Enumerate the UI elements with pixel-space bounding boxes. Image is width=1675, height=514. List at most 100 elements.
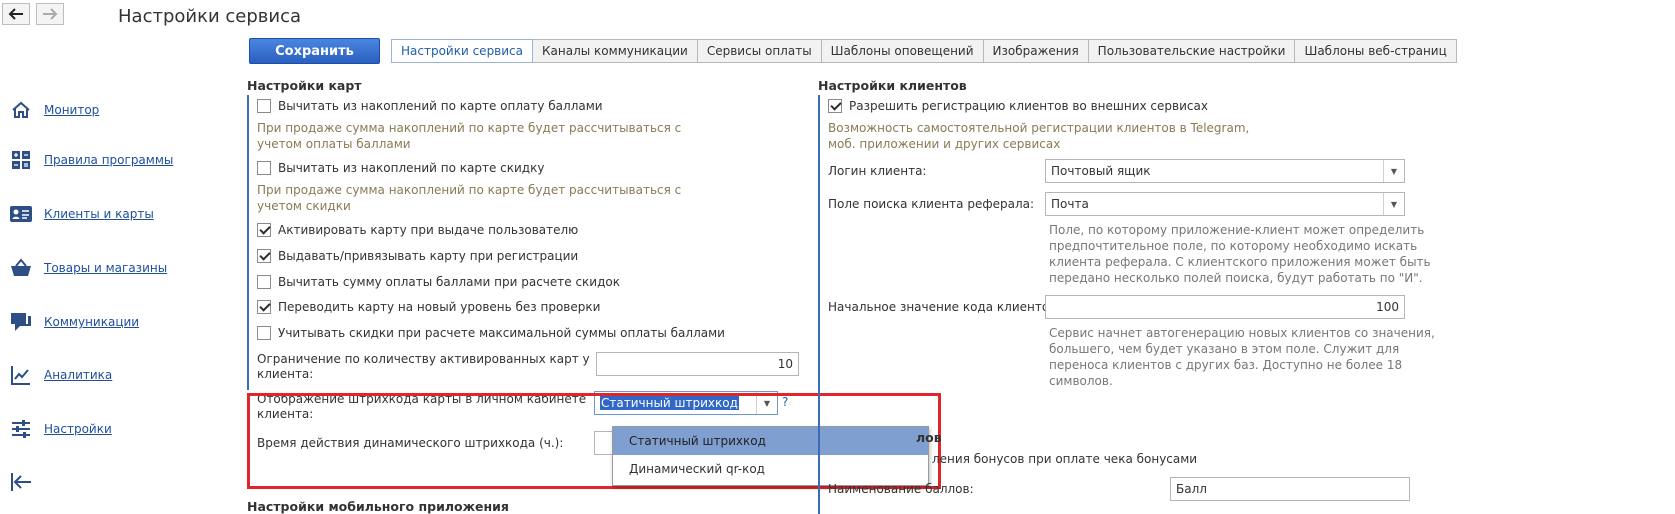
checkbox[interactable] (257, 326, 271, 340)
barcode-dropdown-list: Статичный штрихкод Динамический qr-код (612, 426, 929, 486)
basket-icon (10, 257, 32, 279)
checkbox[interactable] (257, 275, 271, 289)
checkbox[interactable] (257, 161, 271, 175)
hint-line: символов. (1049, 374, 1113, 388)
cb-consider-discounts[interactable]: Учитывать скидки при расчете максимально… (257, 326, 725, 340)
cb-deduct-points[interactable]: Вычитать из накоплений по карте оплату б… (257, 99, 603, 113)
sidebar-item-monitor[interactable]: Монитор (10, 99, 99, 121)
home-icon (10, 99, 32, 121)
collapse-sidebar-button[interactable] (10, 472, 32, 495)
back-button[interactable] (2, 3, 30, 25)
checkbox-label: Вычитать сумму оплаты баллами при расчет… (278, 275, 620, 289)
hint-line: Сервис начнет автогенерацию новых клиент… (1049, 326, 1435, 340)
bonus-option-partial: ления бонусов при оплате чека бонусами (932, 452, 1198, 466)
label-line: Ограничение по количеству активированных… (257, 352, 590, 366)
referral-select-value: Почта (1051, 197, 1089, 211)
tab-user-settings[interactable]: Пользовательские настройки (1088, 39, 1296, 63)
chat-icon (10, 311, 32, 333)
hint-line: переноса клиентов с других баз. Доступно… (1049, 358, 1403, 372)
tab-web-templates[interactable]: Шаблоны веб-страниц (1295, 39, 1457, 63)
points-name-label: Наименование баллов: (828, 482, 974, 496)
dropdown-option[interactable]: Статичный штрихкод (613, 427, 928, 455)
checkbox[interactable] (257, 223, 271, 237)
collapse-left-icon (11, 473, 31, 491)
points-name-input[interactable]: Балл (1170, 477, 1410, 501)
tab-images[interactable]: Изображения (983, 39, 1089, 63)
chevron-down-icon[interactable]: ▼ (1383, 193, 1404, 215)
checkbox[interactable] (257, 300, 271, 314)
save-button[interactable]: Сохранить (249, 38, 380, 64)
hint-registration: Возможность самостоятельной регистрации … (828, 120, 1249, 152)
sidebar-item-label: Клиенты и карты (44, 207, 154, 221)
hint-line: моб. приложении и других сервисах (828, 137, 1061, 151)
sidebar-item-communications[interactable]: Коммуникации (10, 311, 139, 333)
login-select[interactable]: Почтовый ящик ▼ (1045, 159, 1405, 183)
cb-deduct-on-discount[interactable]: Вычитать сумму оплаты баллами при расчет… (257, 275, 620, 289)
sidebar-item-label: Настройки (44, 422, 112, 436)
cb-bind-card[interactable]: Выдавать/привязывать карту при регистрац… (257, 249, 578, 263)
chevron-down-icon[interactable]: ▼ (1383, 160, 1404, 182)
hint-line: учетом скидки (257, 199, 351, 213)
checkbox-label: Разрешить регистрацию клиентов во внешни… (849, 99, 1208, 113)
hint-line: предпочтительное поле, по которому необх… (1049, 239, 1418, 253)
cb-activate-card[interactable]: Активировать карту при выдаче пользовате… (257, 223, 578, 237)
checkbox-label: Учитывать скидки при расчете максимально… (278, 326, 725, 340)
clients-heading: Настройки клиентов (818, 78, 967, 93)
sidebar-item-analytics[interactable]: Аналитика (10, 364, 112, 386)
tab-service-settings[interactable]: Настройки сервиса (391, 39, 534, 63)
calculator-icon (10, 149, 32, 171)
tab-communication-channels[interactable]: Каналы коммуникации (533, 39, 698, 63)
checkbox[interactable] (257, 99, 271, 113)
client-code-input[interactable]: 100 (1045, 295, 1405, 319)
referral-label: Поле поиска клиента реферала: (828, 197, 1035, 211)
arrow-right-icon (43, 8, 58, 20)
cards-section-line (247, 95, 249, 390)
sidebar-item-clients[interactable]: Клиенты и карты (10, 203, 154, 225)
hint-line: клиента реферала. С клиентского приложен… (1049, 255, 1431, 269)
sidebar-item-settings[interactable]: Настройки (10, 418, 112, 440)
hint-deduct-discount: При продаже сумма накоплений по карте бу… (257, 182, 681, 214)
client-code-label: Начальное значение кода клиентов: (828, 300, 1061, 314)
checkbox-label: Вычитать из накоплений по карте оплату б… (278, 99, 603, 113)
referral-select[interactable]: Почта ▼ (1045, 192, 1405, 216)
checkbox-label: Активировать карту при выдаче пользовате… (278, 223, 579, 237)
hint-line: Поле, по которому приложение-клиент може… (1049, 223, 1425, 237)
dropdown-option[interactable]: Динамический qr-код (613, 455, 928, 483)
bonus-heading-partial: лов (916, 430, 942, 445)
sidebar-item-label: Коммуникации (44, 315, 140, 329)
sidebar-item-label: Товары и магазины (44, 261, 168, 275)
hint-line: большего, чем будет указано в этом поле.… (1049, 342, 1400, 356)
sidebar-item-label: Аналитика (44, 368, 113, 382)
checkbox[interactable] (257, 249, 271, 263)
tab-bar: Настройки сервиса Каналы коммуникации Се… (391, 39, 1457, 63)
cb-deduct-discount[interactable]: Вычитать из накоплений по карте скидку (257, 161, 544, 175)
arrow-left-icon (8, 8, 23, 20)
limit-input[interactable]: 10 (596, 352, 799, 376)
hint-line: Возможность самостоятельной регистрации … (828, 121, 1250, 135)
cards-heading: Настройки карт (247, 78, 362, 93)
hint-client-code: Сервис начнет автогенерацию новых клиент… (1049, 325, 1435, 389)
sidebar-item-goods[interactable]: Товары и магазины (10, 257, 167, 279)
hint-line: При продаже сумма накоплений по карте бу… (257, 121, 682, 135)
checkbox-label: Переводить карту на новый уровень без пр… (278, 300, 601, 314)
mobile-heading: Настройки мобильного приложения (247, 499, 509, 514)
cb-allow-registration[interactable]: Разрешить регистрацию клиентов во внешни… (828, 99, 1208, 113)
page-title: Настройки сервиса (118, 6, 302, 27)
chart-icon (10, 364, 32, 386)
tab-payment-services[interactable]: Сервисы оплаты (697, 39, 822, 63)
checkbox-label: Выдавать/привязывать карту при регистрац… (278, 249, 579, 263)
clients-section-line (818, 95, 820, 514)
sidebar-item-rules[interactable]: Правила программы (10, 149, 173, 171)
sidebar-item-label: Правила программы (44, 153, 174, 167)
sidebar-item-label: Монитор (44, 103, 100, 117)
sliders-icon (10, 418, 32, 440)
tab-notification-templates[interactable]: Шаблоны оповещений (821, 39, 984, 63)
forward-button[interactable] (36, 3, 64, 25)
login-select-value: Почтовый ящик (1051, 164, 1151, 178)
hint-line: учетом оплаты баллами (257, 137, 411, 151)
cb-new-level[interactable]: Переводить карту на новый уровень без пр… (257, 300, 600, 314)
checkbox[interactable] (828, 99, 842, 113)
checkbox-label: Вычитать из накоплений по карте скидку (278, 161, 545, 175)
label-line: клиента: (257, 367, 314, 381)
login-label: Логин клиента: (828, 164, 927, 178)
